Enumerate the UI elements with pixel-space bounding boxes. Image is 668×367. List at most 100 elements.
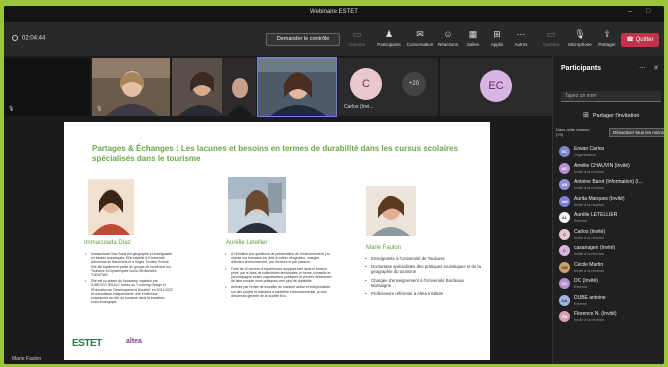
participant-row[interactable]: AM Aurita Marques (Invité) Invité à la réu… (553, 194, 664, 211)
participant-row[interactable]: CM Cécile Martin Invité à la réunion (553, 260, 664, 277)
participant-name: Antoine Barot (Information) (I... (574, 179, 643, 185)
speaker-photo (366, 186, 416, 236)
participant-row[interactable]: FN Florence N. (Invité) Invité à la réunio… (553, 309, 664, 326)
toolbar-share[interactable]: ⇪ Partager (590, 28, 624, 47)
role-item: Doctorante spécialistes des pratiques to… (364, 264, 482, 274)
participant-row[interactable]: AB Antoine Barot (Information) (I... Invit… (553, 177, 664, 194)
role-item: Professeure référente à Altea Institute (364, 291, 482, 296)
toolbar-more[interactable]: ⋯ Autres (504, 28, 538, 47)
video-tile-speaker[interactable] (257, 57, 337, 117)
avatar: EC (480, 70, 512, 102)
participant-name: Aurita Marques (Invité) (574, 195, 625, 202)
camera-icon: ▭ (352, 29, 362, 39)
minimize-icon[interactable]: – (628, 8, 632, 15)
participant-role: Externe (574, 301, 588, 306)
toolbar-label: Participants (377, 42, 401, 47)
participant-row[interactable]: EC Erwan Carlou Organisateur (553, 144, 664, 161)
toolbar-camera[interactable]: ▭ Caméra (340, 28, 374, 47)
more-icon: ⋯ (516, 29, 526, 39)
participants-panel: Participants ⋯ ✕ ⊞Partager l'invitation … (552, 56, 664, 364)
participant-role: Externe (574, 285, 588, 289)
bio-paragraph: Animée par l'envie de travailler de mani… (224, 285, 332, 298)
toolbar-label: Microphone (568, 42, 592, 47)
participant-role: Invité à la réunion (574, 252, 604, 256)
avatar: FN (559, 311, 570, 322)
toolbar-participants[interactable]: ♟ Participants (372, 28, 406, 47)
toolbar-label: Conversation (406, 42, 434, 47)
timer-text: 02:04:44 (22, 35, 46, 42)
teams-window: Webinaire ESTET – □ 02:04:44 Demander le… (4, 6, 664, 364)
shared-content-stage: Partages & Échanges : Les lacunes et bes… (4, 118, 552, 364)
maximize-icon[interactable]: □ (646, 8, 650, 15)
participant-role: Invité à la réunion (574, 235, 604, 240)
in-meeting-label[interactable]: Dans cette réunion (73) (556, 127, 596, 137)
altea-logo: altea (126, 338, 142, 345)
participant-role: Invité à la réunion (574, 169, 604, 174)
meeting-timer: 02:04:44 (12, 35, 45, 42)
participant-role: Invité à la réunion (574, 202, 604, 207)
video-tile-empty[interactable]: 🎙 (4, 58, 90, 116)
bio-paragraph: À l'initiative aux questions de préserva… (224, 252, 332, 265)
participant-search-input[interactable] (561, 91, 661, 102)
toolbar-label: Réactions (437, 42, 458, 47)
participant-name: Erwan Carlou (574, 146, 605, 152)
invite-icon: ⊞ (583, 112, 589, 119)
more-participants-badge[interactable]: +20 (402, 72, 426, 96)
avatar: C (559, 245, 570, 256)
avatar: EC (559, 146, 570, 157)
avatar: AM (559, 195, 570, 207)
speaker-bio: À l'initiative aux questions de préserva… (224, 252, 332, 300)
mute-all-button[interactable]: Désactiver tous les micros (609, 128, 664, 137)
participants-icon: ♟ (384, 29, 394, 39)
share-screen-icon: ⇪ (603, 29, 611, 39)
leave-meeting-button[interactable]: ☎ Quitter (621, 33, 659, 47)
meeting-toolbar: 02:04:44 Demander le contrôle ▭ Caméra ♟… (4, 22, 664, 56)
participant-row[interactable]: AL Aurélie LETELLIER Externe (553, 210, 664, 227)
share-invite-button[interactable]: ⊞ Partager l'invitation (583, 111, 639, 119)
participant-row[interactable]: DC DC (Invité) Externe (553, 276, 664, 293)
speaker-bio: Immaculada Díaz Soria est géographe et e… (84, 252, 174, 306)
participant-name: Florence N. (Invité) (574, 311, 617, 317)
participant-name: Cécile Martin (574, 261, 604, 268)
speaker-roles: Enseignante à l'Université de Toulouse D… (364, 256, 482, 299)
toolbar-label: Partager (598, 42, 616, 47)
presenter-name: Marie Faulon (12, 356, 42, 362)
toolbar-label: Autres (514, 42, 528, 47)
window-title: Webinaire ESTET (310, 9, 358, 15)
bio-paragraph: Immaculada Díaz Soria est géographe et e… (84, 252, 174, 277)
panel-title: Participants (561, 65, 602, 72)
close-icon[interactable]: ✕ (653, 64, 659, 72)
participant-row[interactable]: AC Amélie CHAUVIN (Invité) Invité à la réu… (553, 161, 664, 178)
tile-participant-name: Carlos (Invi... (344, 104, 374, 110)
participant-role: Invité à la réunion (574, 186, 604, 190)
toolbar-label: Salles (466, 42, 480, 47)
participant-video (172, 58, 256, 116)
participant-list: EC Erwan Carlou Organisateur AC Amélie CHAUV… (553, 144, 664, 326)
shield-icon (12, 35, 18, 41)
speaker-photo (228, 177, 286, 233)
video-tile-participant[interactable]: 🎙 (92, 58, 170, 116)
video-tile-initials[interactable]: EC (440, 58, 552, 116)
speaker-name: Marie Faulon (366, 245, 402, 251)
role-item: Chargée d'enseignement à l'Université Bo… (364, 278, 482, 288)
avatar: CM (559, 261, 570, 273)
participant-name: Carlos (Invité) (574, 228, 606, 235)
shared-slide: Partages & Échanges : Les lacunes et bes… (64, 122, 490, 360)
participant-name: Amélie CHAUVIN (Invité) (574, 162, 630, 169)
share-invite-label: Partager l'invitation (592, 113, 640, 119)
participant-row[interactable]: C Carlos (Invité) Invité à la réunion (553, 227, 664, 244)
participant-video (258, 58, 336, 116)
avatar: AL (559, 212, 570, 223)
avatar: DC (559, 278, 570, 289)
microphone-icon: 🎙 (8, 106, 15, 112)
participant-name: DUBE antoine (574, 294, 606, 301)
participant-row[interactable]: Ccasanagen (Invité) Invité à la réunion (553, 243, 664, 260)
video-tile-avatars[interactable]: C +20 Carlos (Invi... (338, 58, 438, 116)
speaker-photo (88, 179, 134, 235)
participant-video (92, 58, 170, 116)
estet-logo: ESTET (72, 338, 102, 349)
pop-out-icon[interactable]: ⋯ (639, 64, 646, 72)
participant-row[interactable]: DA DUBE antoine Externe (553, 293, 664, 310)
video-tile-participant[interactable] (172, 58, 256, 116)
request-control-button[interactable]: Demander le contrôle (266, 33, 340, 46)
